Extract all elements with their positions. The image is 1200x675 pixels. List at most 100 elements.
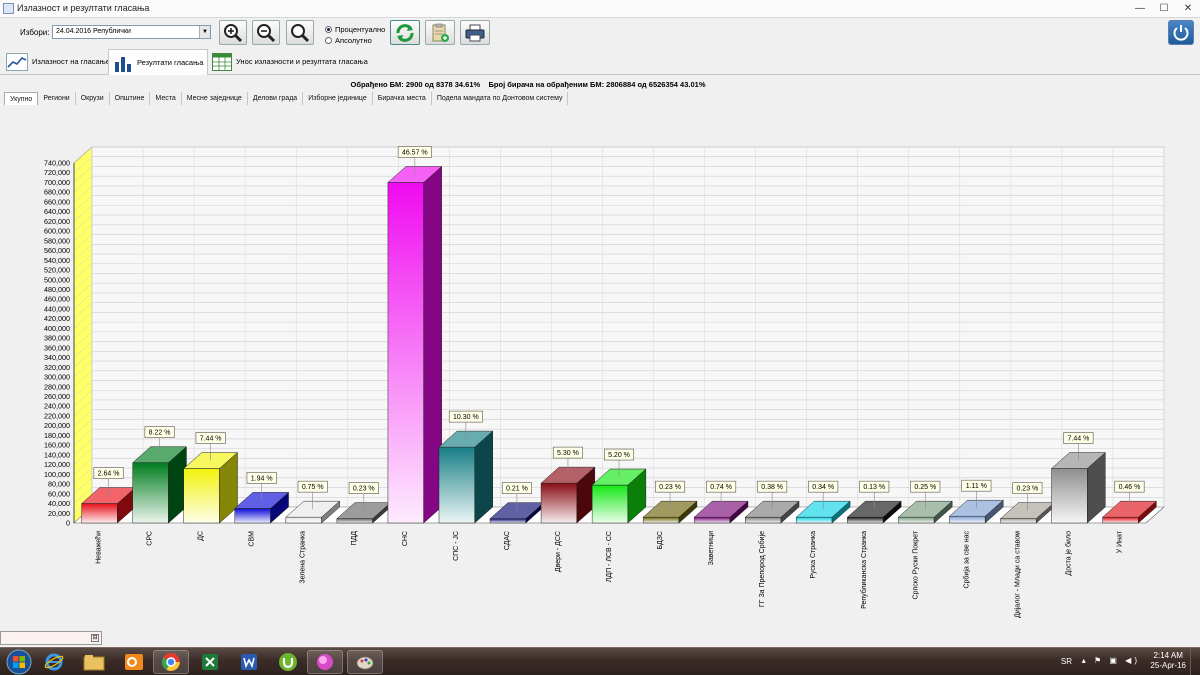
start-button[interactable] <box>2 649 36 675</box>
radio-percent-dot[interactable] <box>325 26 332 33</box>
radio-absolute-dot[interactable] <box>325 37 332 44</box>
x-tick-label: СНС <box>402 531 409 546</box>
subtab-total[interactable]: Укупно <box>4 92 39 105</box>
tab-turnout[interactable]: Излазност на гласање <box>2 49 114 74</box>
language-indicator[interactable]: SR <box>1061 657 1072 666</box>
x-tick-label: Неважећи <box>95 531 103 564</box>
y-tick-label: 480,000 <box>44 285 70 294</box>
windows-start-icon <box>6 649 32 675</box>
subtab-districts[interactable]: Окрузи <box>76 92 110 105</box>
bar-front <box>540 482 578 524</box>
y-tick-label: 380,000 <box>44 334 70 343</box>
radio-absolute-label: Апсолутно <box>335 36 372 45</box>
status-panel-button[interactable]: ⊟ <box>91 634 99 642</box>
tab-input[interactable]: Унос излазности и резултата гласања <box>208 49 372 74</box>
bar-chart-icon <box>115 56 131 72</box>
minimize-button[interactable]: — <box>1128 0 1152 18</box>
election-label: Избори: <box>20 28 50 37</box>
election-select[interactable]: 24.04.2016 Републички ▼ <box>52 25 211 39</box>
y-tick-label: 700,000 <box>44 178 70 187</box>
x-tick-label: Зелена Странка <box>300 531 307 584</box>
data-label: 0.13 % <box>863 484 885 491</box>
bar-front <box>234 508 271 524</box>
bar-front <box>796 516 833 524</box>
y-tick-label: 600,000 <box>44 227 70 236</box>
x-tick-label: Србија за све нас <box>962 531 970 589</box>
y-tick-label: 240,000 <box>44 402 70 411</box>
data-label: 0.34 % <box>812 484 834 491</box>
taskbar-chrome[interactable] <box>153 650 189 674</box>
window-controls: — ☐ ✕ <box>1128 0 1200 18</box>
refresh-button[interactable] <box>390 20 420 45</box>
x-tick-label: СДАС <box>504 531 511 550</box>
subtab-regions[interactable]: Региони <box>38 92 76 105</box>
bar-front <box>1000 518 1037 524</box>
subtab-electoral-units[interactable]: Изборне јединице <box>303 92 373 105</box>
y-tick-label: 640,000 <box>44 207 70 216</box>
x-tick-label: СРС <box>147 531 154 546</box>
maximize-button[interactable]: ☐ <box>1152 0 1176 18</box>
bar-front <box>81 503 118 524</box>
show-desktop-button[interactable] <box>1190 648 1200 675</box>
zoom-in-button[interactable] <box>219 20 247 45</box>
taskbar-election-app[interactable] <box>307 650 343 674</box>
y-tick-label: 40,000 <box>48 499 70 508</box>
x-tick-label: Руска Странка <box>810 531 817 579</box>
clock-date: 25-Apr-16 <box>1150 661 1186 670</box>
y-tick-label: 340,000 <box>44 353 70 362</box>
bar-front <box>132 462 169 524</box>
title-bar: Излазност и резултати гласања — ☐ ✕ <box>0 0 1200 18</box>
tab-results-label: Резултати гласања <box>137 58 204 67</box>
spreadsheet-icon <box>212 52 232 71</box>
radio-absolute[interactable]: Апсолутно <box>325 36 372 45</box>
y-tick-label: 0 <box>66 519 70 528</box>
subtab-municipalities[interactable]: Општине <box>110 92 151 105</box>
y-tick-label: 280,000 <box>44 382 70 391</box>
taskbar-excel[interactable] <box>192 650 228 674</box>
bar-front <box>285 516 322 524</box>
radio-percent[interactable]: Процентуално <box>325 25 385 34</box>
printer-icon <box>465 24 485 41</box>
power-button[interactable] <box>1168 20 1194 45</box>
add-document-button[interactable] <box>425 20 455 45</box>
taskbar-outlook[interactable] <box>116 650 152 674</box>
tray-icons[interactable]: ▴ ⚑ ▣ ◀) <box>1082 656 1140 665</box>
x-tick-label: Дијалог - Млади са ставом <box>1014 531 1021 618</box>
subtab-places[interactable]: Места <box>150 92 182 105</box>
y-tick-label: 120,000 <box>44 460 70 469</box>
taskbar-ie[interactable] <box>36 650 72 674</box>
subtab-city-parts[interactable]: Делови града <box>248 92 304 105</box>
tab-results[interactable]: Резултати гласања <box>108 49 209 75</box>
y-tick-label: 300,000 <box>44 373 70 382</box>
y-tick-label: 260,000 <box>44 392 70 401</box>
close-button[interactable]: ✕ <box>1176 0 1200 18</box>
x-tick-label: Заветници <box>708 531 715 565</box>
processing-status: Обрађено БМ: 2900 од 8378 34.61% Број би… <box>0 80 1056 89</box>
x-tick-label: У Инат <box>1116 530 1123 553</box>
x-tick-label: СВМ <box>249 531 256 547</box>
subtab-polling-stations[interactable]: Бирачка места <box>373 92 432 105</box>
zoom-reset-button[interactable] <box>286 20 314 45</box>
bar: 46.57 % <box>387 146 443 524</box>
chevron-down-icon[interactable]: ▼ <box>199 26 210 38</box>
taskbar-utorrent[interactable] <box>270 650 306 674</box>
y-tick-label: 560,000 <box>44 246 70 255</box>
bar-front <box>387 182 424 524</box>
bar-front <box>438 446 475 524</box>
excel-icon <box>202 654 218 670</box>
clipboard-add-icon <box>432 23 449 42</box>
taskbar-word[interactable] <box>231 650 267 674</box>
taskbar-paint[interactable] <box>347 650 383 674</box>
bar-front <box>336 518 373 524</box>
subtab-dhondt[interactable]: Подела мандата по Донтовом систему <box>432 92 569 105</box>
subtab-local-communities[interactable]: Месне заједнице <box>182 92 248 105</box>
zoom-out-button[interactable] <box>252 20 280 45</box>
taskbar-explorer[interactable] <box>76 650 112 674</box>
clock[interactable]: 2:14 AM 25-Apr-16 <box>1150 651 1186 671</box>
x-tick-label: БДЗС <box>657 531 664 550</box>
refresh-icon <box>396 23 414 42</box>
print-button[interactable] <box>460 20 490 45</box>
y-tick-label: 180,000 <box>44 431 70 440</box>
y-tick-label: 500,000 <box>44 275 70 284</box>
magnifier-icon <box>291 23 310 42</box>
